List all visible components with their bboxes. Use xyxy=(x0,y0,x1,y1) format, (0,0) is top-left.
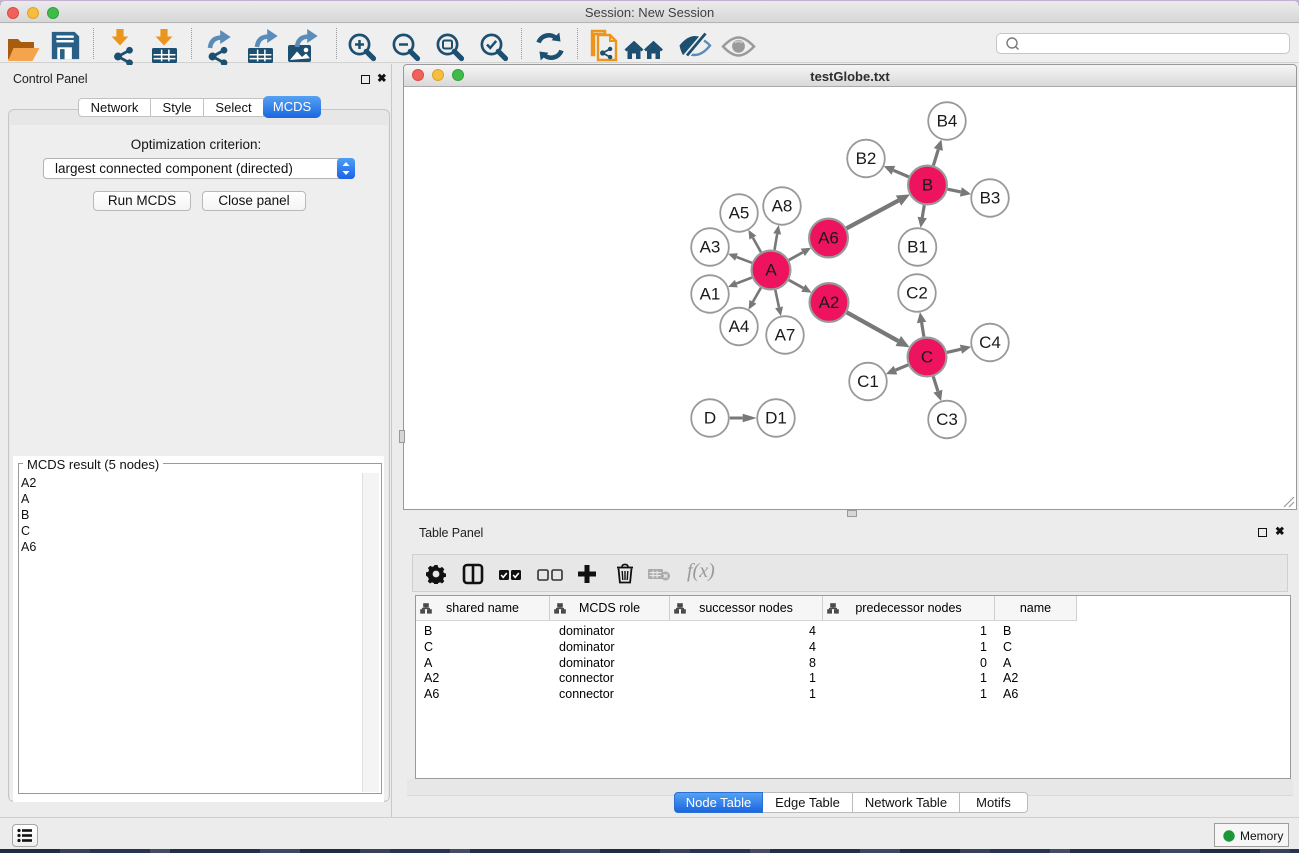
svg-text:A3: A3 xyxy=(700,238,721,257)
svg-text:A2: A2 xyxy=(819,293,840,312)
svg-text:B1: B1 xyxy=(907,238,928,257)
svg-text:A7: A7 xyxy=(775,326,796,345)
svg-text:D1: D1 xyxy=(765,409,787,428)
svg-text:A: A xyxy=(765,261,777,280)
svg-text:A4: A4 xyxy=(729,317,750,336)
svg-text:C3: C3 xyxy=(936,410,958,429)
svg-text:C1: C1 xyxy=(857,372,879,391)
svg-text:B: B xyxy=(922,176,933,195)
svg-text:A6: A6 xyxy=(818,229,839,248)
svg-text:A8: A8 xyxy=(772,197,793,216)
svg-text:A1: A1 xyxy=(700,285,721,304)
svg-text:B2: B2 xyxy=(856,149,877,168)
svg-text:C2: C2 xyxy=(906,284,928,303)
svg-text:A5: A5 xyxy=(729,204,750,223)
svg-text:B4: B4 xyxy=(937,112,958,131)
svg-text:C: C xyxy=(921,348,933,367)
svg-text:B3: B3 xyxy=(980,189,1001,208)
svg-text:C4: C4 xyxy=(979,333,1001,352)
svg-text:D: D xyxy=(704,409,716,428)
